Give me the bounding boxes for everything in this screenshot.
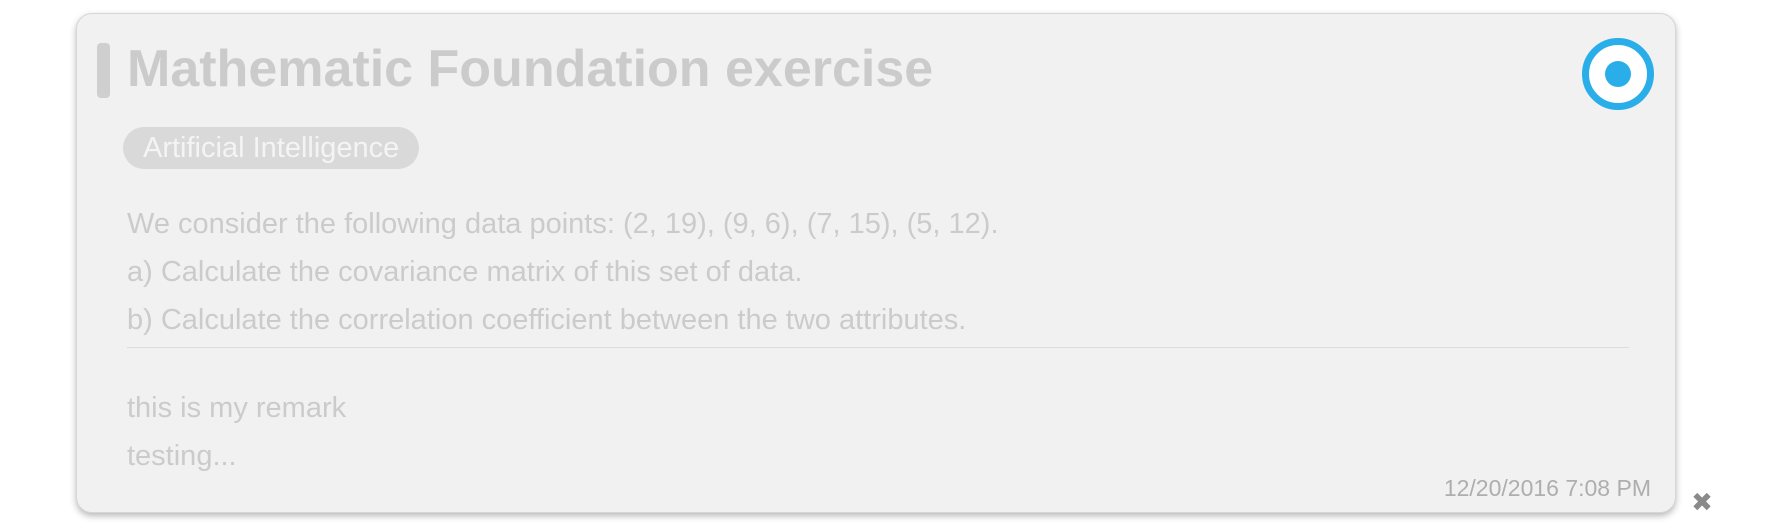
description-line: b) Calculate the correlation coefficient… (127, 304, 967, 336)
radio-selected-icon[interactable] (1582, 38, 1654, 110)
remark-line: testing... (127, 440, 237, 472)
description-line: We consider the following data points: (… (127, 208, 999, 240)
description-line: a) Calculate the covariance matrix of th… (127, 256, 803, 288)
category-tag: Artificial Intelligence (123, 127, 420, 169)
radio-dot (1605, 61, 1631, 87)
close-icon[interactable]: ✖ (1689, 489, 1715, 515)
exercise-card[interactable]: Mathematic Foundation exercise Artificia… (76, 13, 1676, 513)
divider (127, 347, 1629, 348)
drag-handle[interactable] (97, 43, 110, 98)
timestamp: 12/20/2016 7:08 PM (1443, 475, 1651, 501)
remark-line: this is my remark (127, 392, 347, 424)
card-remark: this is my remark testing... (127, 384, 346, 480)
card-description: We consider the following data points: (… (127, 200, 999, 344)
card-title: Mathematic Foundation exercise (127, 40, 934, 98)
